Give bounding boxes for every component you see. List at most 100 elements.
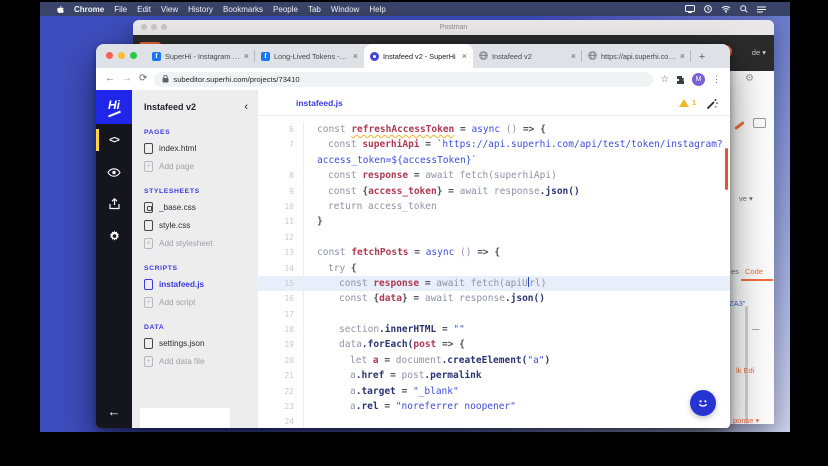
menubar-item-tab[interactable]: Tab: [308, 5, 321, 14]
tab-close-icon[interactable]: ×: [680, 51, 685, 61]
postman-scrollbar[interactable]: [745, 306, 748, 424]
bookmark-star-icon[interactable]: ☆: [660, 74, 669, 85]
collapse-sidebar-chevron[interactable]: ‹: [244, 101, 248, 113]
sidebar-item-add-page[interactable]: Add page: [144, 157, 258, 175]
tidy-code-wand-icon[interactable]: [706, 97, 718, 115]
browser-tab-1[interactable]: f SuperHi - Instagram Bas... ×: [146, 44, 255, 68]
browser-tab-5[interactable]: https://api.superhi.com/a... ×: [582, 44, 691, 68]
postman-mode-dropdown[interactable]: de ▾: [752, 48, 766, 57]
code-line-16[interactable]: 16 const {data} = await response.json(): [258, 291, 730, 307]
postman-bulk-edit-link[interactable]: lk Edi: [736, 366, 754, 375]
code-line-6[interactable]: 6 const refreshAccessToken = async () => …: [258, 122, 730, 138]
tab-close-icon[interactable]: ×: [462, 51, 467, 61]
chrome-tabstrip: f SuperHi - Instagram Bas... × f Long-Lived …: [96, 44, 730, 68]
code-line-19[interactable]: 19 data.forEach(post => {: [258, 337, 730, 353]
preview-tab[interactable]: [96, 156, 132, 188]
code-view-tab[interactable]: <>: [96, 124, 132, 156]
postman-save-button[interactable]: ve ▾: [739, 194, 753, 203]
postman-traffic-lights[interactable]: [141, 24, 167, 30]
menubar-item-people[interactable]: People: [273, 5, 298, 14]
code-line-12[interactable]: 12: [258, 229, 730, 246]
back-arrow-button[interactable]: ←: [96, 394, 132, 428]
code-icon: <>: [109, 134, 120, 146]
display-mirroring-icon[interactable]: [685, 5, 695, 13]
apple-menu-icon[interactable]: [56, 5, 64, 14]
code-line-20[interactable]: 20 let a = document.createElement("a"): [258, 352, 730, 369]
menubar-item-bookmarks[interactable]: Bookmarks: [223, 5, 263, 14]
url-text: subeditor.superhi.com/projects/73410: [173, 74, 300, 84]
new-tab-button[interactable]: +: [691, 46, 713, 68]
publish-tab[interactable]: [96, 188, 132, 220]
browser-tab-3[interactable]: Instafeed v2 - SuperHi ×: [364, 44, 473, 68]
code-line-9[interactable]: 9 const {access_token} = await response.j…: [258, 183, 730, 199]
sidebar-item-add-data-file[interactable]: Add data file: [144, 352, 258, 370]
postman-response-section[interactable]: ponse ▾: [733, 416, 759, 425]
menubar-item-history[interactable]: History: [188, 5, 213, 14]
tab-label: SuperHi - Instagram Bas...: [165, 51, 240, 61]
sidebar-item-add-stylesheet[interactable]: Add stylesheet: [144, 234, 258, 252]
sidebar-item-instafeed-js[interactable]: instafeed.js: [144, 275, 258, 293]
code-line-13[interactable]: 13 const fetchPosts = async () => {: [258, 245, 730, 261]
editor-icon-rail: Hi <> ←: [96, 90, 132, 428]
browser-tab-2[interactable]: f Long-Lived Tokens - Inst... ×: [255, 44, 364, 68]
add-file-icon: [144, 160, 153, 172]
code-editor-text[interactable]: 6 const refreshAccessToken = async () => …: [258, 116, 730, 428]
profile-avatar[interactable]: M: [692, 72, 705, 86]
wifi-icon[interactable]: [721, 5, 731, 13]
chrome-menu-icon[interactable]: ⋮: [712, 74, 721, 85]
zoom-window-button[interactable]: [130, 52, 137, 59]
tab-label: Long-Lived Tokens - Inst...: [274, 51, 349, 61]
postman-settings-gear-icon[interactable]: ⚙: [745, 73, 754, 84]
menubar-item-help[interactable]: Help: [369, 5, 385, 14]
superhi-chat-button[interactable]: [690, 390, 716, 416]
code-line-23[interactable]: 23 a.rel = "noreferrer noopener": [258, 399, 730, 415]
superhi-logo[interactable]: Hi: [96, 90, 132, 124]
tab-close-icon[interactable]: ×: [571, 51, 576, 61]
close-window-button[interactable]: [106, 52, 113, 59]
code-line-10[interactable]: 10 return access_token: [258, 198, 730, 215]
code-line-7[interactable]: 7 const superhiApi = `https://api.superhi…: [258, 137, 730, 153]
clock-icon[interactable]: [704, 5, 712, 13]
code-line-15[interactable]: 15 const response = await fetch(apiU rl): [258, 275, 730, 292]
code-line-content: let a = document.createElement("a"): [350, 354, 551, 366]
menubar-item-view[interactable]: View: [161, 5, 178, 14]
line-number: 16: [258, 291, 304, 307]
address-bar[interactable]: subeditor.superhi.com/projects/73410: [154, 71, 654, 87]
code-line-24[interactable]: 24: [258, 414, 730, 428]
menubar-item-file[interactable]: File: [114, 5, 127, 14]
postman-code-tab[interactable]: Code: [745, 267, 763, 276]
code-line-8[interactable]: 8 const response = await fetch(superhiApi…: [258, 168, 730, 184]
line-number: 24: [258, 414, 304, 428]
spotlight-search-icon[interactable]: [740, 5, 748, 13]
sidebar-item-add-script[interactable]: Add script: [144, 293, 258, 311]
minimize-window-button[interactable]: [118, 52, 125, 59]
menubar-item-edit[interactable]: Edit: [137, 5, 151, 14]
sidebar-item--base-css[interactable]: _base.css: [144, 198, 258, 216]
code-line-22[interactable]: 22 a.target = "_blank": [258, 383, 730, 400]
code-line-17[interactable]: 17: [258, 306, 730, 323]
reload-button[interactable]: ⟳: [139, 74, 147, 84]
settings-tab[interactable]: [96, 220, 132, 252]
editor-scrollbar-thumb[interactable]: [725, 148, 728, 190]
postman-edit-pencil-icon[interactable]: [734, 120, 745, 131]
menubar-item-chrome[interactable]: Chrome: [74, 5, 104, 14]
extension-puzzle-icon[interactable]: [676, 75, 685, 84]
code-line-18[interactable]: 18 section.innerHTML = "": [258, 322, 730, 338]
control-center-icon[interactable]: [757, 6, 766, 13]
warning-badge[interactable]: 1: [678, 98, 696, 107]
code-line-11[interactable]: 11}: [258, 214, 730, 230]
back-button[interactable]: ←: [105, 74, 115, 84]
tab-close-icon[interactable]: ×: [353, 51, 358, 61]
forward-button[interactable]: →: [122, 74, 132, 84]
code-line-21[interactable]: 21 a.href = post.permalink: [258, 368, 730, 384]
sidebar-item-index-html[interactable]: index.html: [144, 139, 258, 157]
sidebar-item-style-css[interactable]: style.css: [144, 216, 258, 234]
code-line-wrap[interactable]: access_token=${accessToken}`: [258, 152, 730, 169]
postman-comment-icon[interactable]: [753, 118, 766, 128]
code-line-14[interactable]: 14 try {: [258, 260, 730, 276]
sidebar-item-settings-json[interactable]: settings.json: [144, 334, 258, 352]
browser-tab-4[interactable]: Instafeed v2 ×: [473, 44, 582, 68]
tab-close-icon[interactable]: ×: [244, 51, 249, 61]
menubar-item-window[interactable]: Window: [331, 5, 359, 14]
eye-icon: [107, 167, 121, 177]
